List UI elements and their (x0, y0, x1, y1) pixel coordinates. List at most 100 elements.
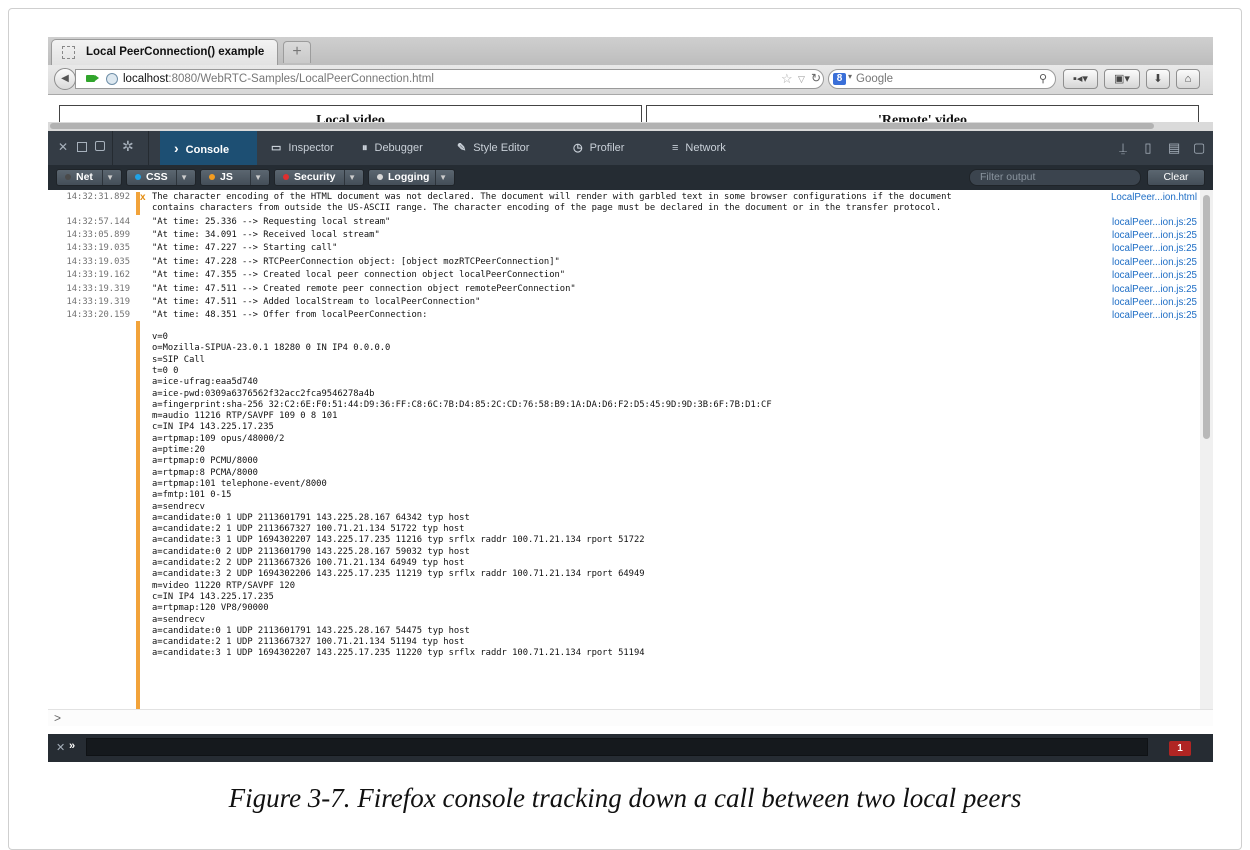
url-text[interactable]: localhost:8080/WebRTC-Samples/LocalPeerC… (123, 73, 434, 85)
camera-menu-button[interactable]: ▪◂▾ (1063, 69, 1098, 89)
bookmarks-menu-button[interactable]: ▣▾ (1104, 69, 1140, 89)
chevron-down-icon[interactable]: ▼ (439, 170, 447, 185)
source-link[interactable]: localPeer...ion.js:25 (1097, 284, 1197, 295)
filter-js-button[interactable]: JS ▼ (200, 169, 270, 186)
sdp-line: m=video 11220 RTP/SAVPF 120 (48, 581, 1200, 592)
timestamp: 14:33:19.319 (66, 283, 130, 294)
source-link[interactable]: localPeer...ion.js:25 (1097, 243, 1197, 254)
bookmark-star-icon[interactable]: ☆ (781, 71, 793, 87)
devtools-command-buttons: ⍊ ▯ ▤ ▢ (1103, 140, 1205, 156)
divider (250, 170, 251, 185)
prompt-caret: > (54, 711, 62, 725)
dock-side-icon[interactable] (77, 142, 87, 152)
search-icon[interactable]: ⚲ (1039, 72, 1047, 85)
filter-label: Logging (388, 171, 430, 183)
source-link[interactable]: localPeer...ion.js:25 (1097, 230, 1197, 241)
globe-icon[interactable] (106, 73, 118, 85)
sdp-text: c=IN IP4 143.225.17.235 (152, 591, 274, 602)
tab-inspector[interactable]: ▭ Inspector (257, 131, 334, 165)
clear-button[interactable]: Clear (1147, 169, 1205, 186)
page-favicon-icon (62, 46, 75, 59)
command-input[interactable] (86, 738, 1148, 756)
responsive-design-icon[interactable]: ▯ (1143, 140, 1153, 156)
tab-profiler[interactable]: ◷ Profiler (559, 131, 624, 165)
console-message-text: "At time: 48.351 --> Offer from localPee… (152, 310, 428, 321)
source-link[interactable]: localPeer...ion.js:25 (1097, 217, 1197, 228)
tab-debugger[interactable]: ⏸ Debugger (348, 131, 423, 165)
filter-css-button[interactable]: CSS ▼ (126, 169, 196, 186)
figure-caption: Figure 3-7. Firefox console tracking dow… (228, 783, 1022, 813)
error-count-badge[interactable]: 1 (1169, 741, 1191, 756)
filter-placeholder: Filter output (980, 171, 1036, 183)
filter-net-button[interactable]: Net ▼ (56, 169, 122, 186)
back-button[interactable]: ◀ (54, 68, 76, 90)
console-warning-row: 14:32:31.892 x The character encoding of t… (48, 192, 1200, 215)
sdp-line: a=sendrecv (48, 615, 1200, 626)
filter-output-input[interactable]: Filter output (969, 169, 1141, 186)
gear-icon[interactable]: ✲ (122, 138, 134, 155)
vertical-scrollbar-thumb[interactable] (1203, 195, 1210, 439)
search-engine-icon[interactable]: 8 (833, 73, 846, 85)
paintbrush-icon[interactable]: ⍊ (1118, 140, 1128, 156)
search-input[interactable]: Google (856, 73, 893, 85)
source-link[interactable]: localPeer...ion.js:25 (1097, 297, 1197, 308)
sdp-text: c=IN IP4 143.225.17.235 (152, 422, 274, 433)
network-lines-icon: ≡ (672, 142, 679, 154)
close-devtools-icon[interactable]: ✕ (58, 140, 68, 154)
home-button[interactable]: ⌂ (1176, 69, 1200, 89)
chevron-down-icon[interactable]: ▼ (254, 170, 262, 185)
chevron-down-icon[interactable]: ▼ (106, 170, 114, 185)
chevron-down-icon[interactable]: ▼ (348, 170, 356, 185)
console-message-text: "At time: 25.336 --> Requesting local st… (152, 216, 391, 227)
tab-strip: Local PeerConnection() example + (48, 37, 1213, 65)
timestamp: 14:33:05.899 (66, 230, 130, 240)
sdp-text: a=candidate:2 1 UDP 2113667327 100.71.21… (152, 637, 465, 648)
console-log-row: 14:33:19.319 "At time: 47.511 --> Created… (48, 284, 1200, 295)
js-dot-icon (209, 174, 215, 180)
camera-sharing-icon[interactable] (86, 75, 95, 82)
close-icon[interactable]: ✕ (56, 741, 65, 754)
new-tab-button[interactable]: + (283, 41, 311, 63)
filter-security-button[interactable]: Security ▼ (274, 169, 364, 186)
downloads-button[interactable]: ⬇ (1146, 69, 1170, 89)
url-history-dropdown-icon[interactable]: ▽ (798, 71, 805, 87)
filter-label: Net (76, 171, 93, 183)
filter-label: JS (220, 171, 233, 183)
search-bar[interactable]: 8 ▾ Google ⚲ (828, 69, 1056, 89)
source-link[interactable]: LocalPeer...ion.html (1097, 192, 1197, 203)
sdp-text: a=candidate:0 1 UDP 2113601791 143.225.2… (152, 625, 470, 636)
sdp-text: a=rtpmap:120 VP8/90000 (152, 603, 269, 614)
tab-network[interactable]: ≡ Network (658, 131, 726, 165)
vertical-scrollbar[interactable] (1200, 190, 1213, 709)
filter-logging-button[interactable]: Logging ▼ (368, 169, 455, 186)
url-bar[interactable]: localhost:8080/WebRTC-Samples/LocalPeerC… (75, 69, 824, 89)
sdp-text: a=candidate:3 1 UDP 1694302207 143.225.1… (152, 535, 645, 546)
sdp-line: a=candidate:2 1 UDP 2113667327 100.71.21… (48, 524, 1200, 535)
scratchpad-icon[interactable]: ▤ (1168, 140, 1180, 156)
console-message-text: contains characters from outside the US-… (152, 203, 942, 214)
horizontal-scrollbar[interactable] (48, 122, 1213, 131)
tab-console[interactable]: › Console (160, 131, 257, 165)
console-log-row: 14:32:57.144 "At time: 25.336 --> Request… (48, 217, 1200, 228)
console-input-row[interactable]: > (48, 709, 1213, 726)
sdp-line: a=candidate:3 2 UDP 1694302206 143.225.1… (48, 569, 1200, 580)
sdp-text: a=sendrecv (152, 501, 205, 512)
sdp-line: a=fmtp:101 0-15 (48, 490, 1200, 501)
sdp-line: a=candidate:3 1 UDP 1694302207 143.225.1… (48, 535, 1200, 546)
timestamp: 14:32:31.892 (66, 192, 130, 202)
console-message-text: "At time: 47.511 --> Created remote peer… (152, 283, 576, 294)
browser-tab[interactable]: Local PeerConnection() example (51, 39, 278, 65)
reload-icon[interactable]: ↻ (811, 71, 821, 85)
divider (344, 170, 345, 185)
chevron-down-icon[interactable]: ▼ (180, 170, 188, 185)
split-console-icon[interactable]: ▢ (1193, 140, 1205, 156)
dock-window-icon[interactable] (95, 141, 105, 151)
tab-style-editor[interactable]: ✎ Style Editor (443, 131, 529, 165)
horizontal-scrollbar-thumb[interactable] (50, 123, 1154, 129)
sdp-text: a=rtpmap:0 PCMU/8000 (152, 456, 258, 467)
console-message-text: "At time: 34.091 --> Received local stre… (152, 230, 380, 240)
source-link[interactable]: localPeer...ion.js:25 (1097, 270, 1197, 281)
source-link[interactable]: localPeer...ion.js:25 (1097, 257, 1197, 268)
search-engine-dropdown-icon[interactable]: ▾ (848, 72, 852, 81)
source-link[interactable]: localPeer...ion.js:25 (1097, 310, 1197, 321)
